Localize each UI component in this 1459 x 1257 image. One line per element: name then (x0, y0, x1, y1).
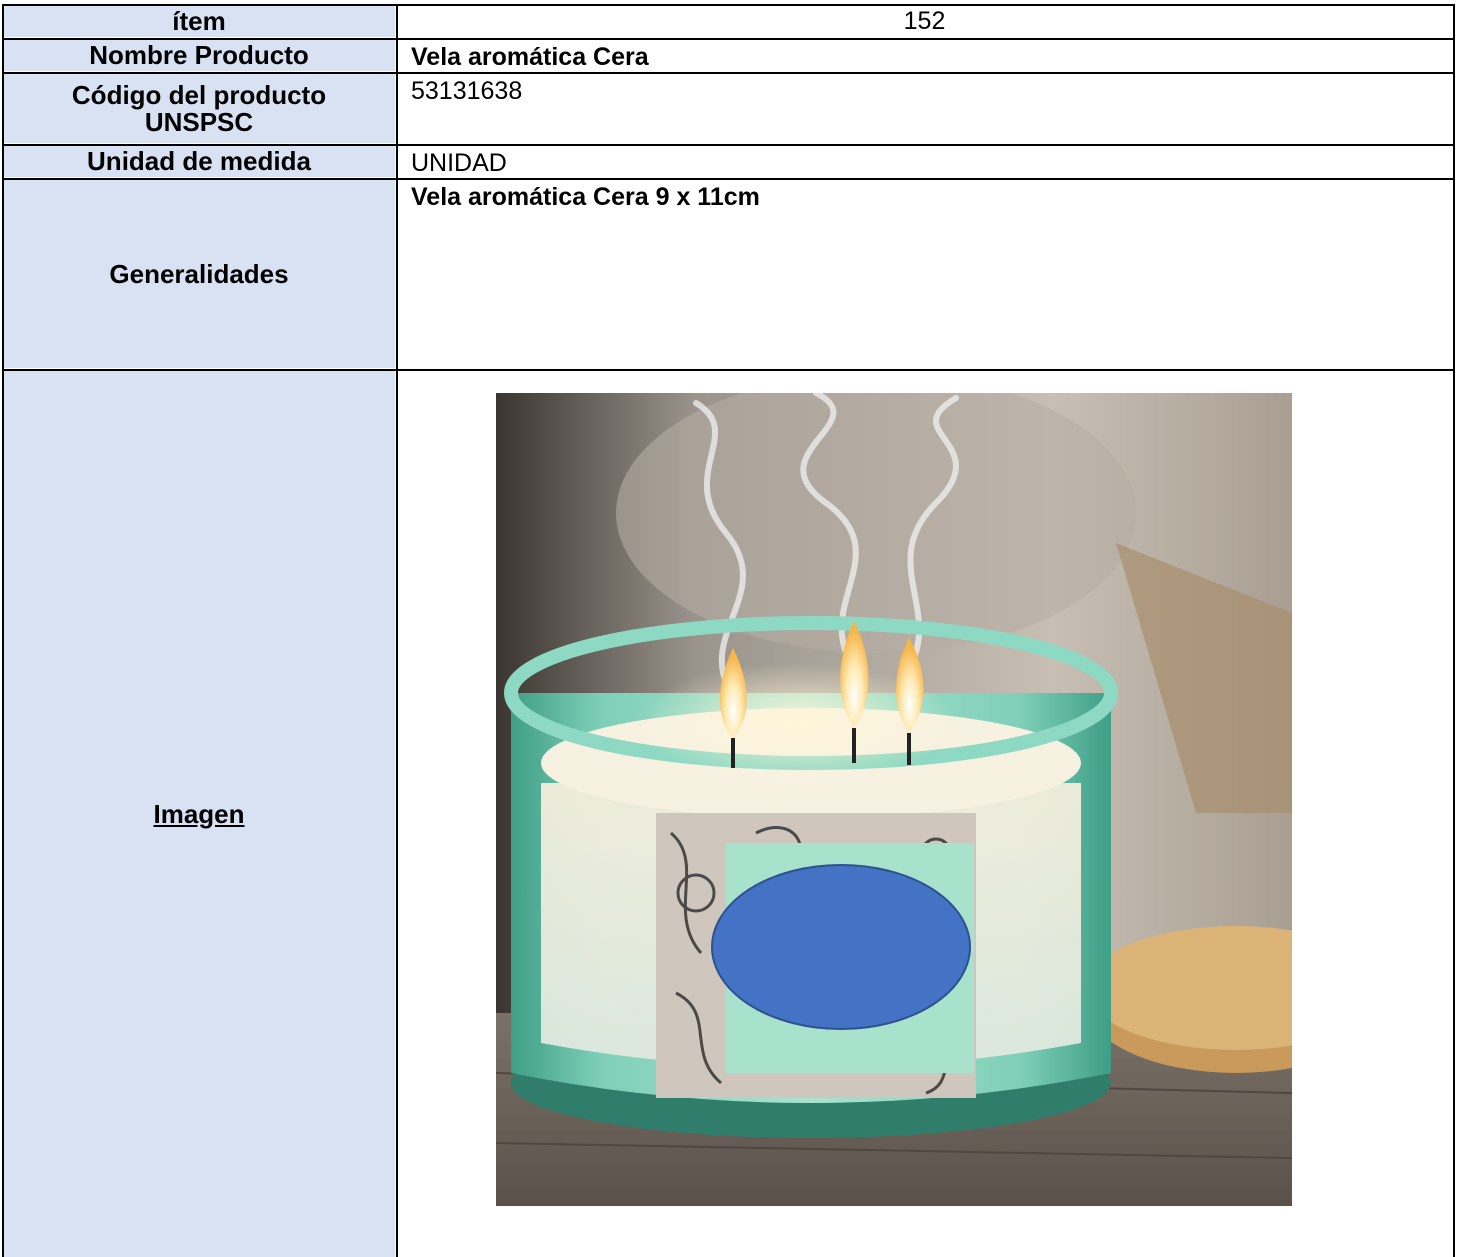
grid-line (396, 4, 398, 1257)
label-unidad-medida: Unidad de medida (3, 146, 395, 177)
label-imagen: Imagen (3, 371, 395, 1257)
value-item-text: 152 (903, 7, 946, 35)
grid-line (1453, 4, 1455, 1257)
grid-line (2, 4, 1455, 6)
grid-line (2, 144, 1455, 146)
label-nombre-producto: Nombre Producto (3, 40, 395, 71)
grid-line (2, 369, 1455, 371)
label-unidad-text: Unidad de medida (87, 146, 311, 176)
label-item: ítem (3, 6, 395, 37)
value-unidad-text: UNIDAD (411, 149, 507, 177)
label-codigo-producto: Código del producto UNSPSC (3, 74, 395, 143)
label-codigo-line2: UNSPSC (144, 106, 254, 137)
value-unidad-medida: UNIDAD (397, 150, 1452, 177)
grid-line (2, 178, 1455, 180)
label-generalidades: Generalidades (3, 180, 395, 368)
value-nombre-text: Vela aromática Cera (411, 43, 649, 71)
value-item: 152 (397, 6, 1452, 37)
label-nombre-text: Nombre Producto (89, 40, 309, 70)
grid-line (2, 72, 1455, 74)
product-spec-table: ítem Nombre Producto Código del producto… (0, 0, 1459, 1257)
product-image-candle (496, 393, 1292, 1206)
grid-line (2, 38, 1455, 40)
grid-line (2, 4, 4, 1257)
label-generalidades-text: Generalidades (109, 258, 289, 289)
value-generalidades-text: Vela aromática Cera 9 x 11cm (411, 183, 760, 211)
label-item-text: ítem (172, 6, 226, 36)
value-generalidades: Vela aromática Cera 9 x 11cm (397, 184, 1452, 211)
label-codigo-line1: Código del producto (71, 79, 327, 110)
value-codigo-producto: 53131638 (397, 78, 1452, 105)
value-codigo-text: 53131638 (411, 77, 523, 105)
value-nombre-producto: Vela aromática Cera (397, 44, 1452, 71)
label-imagen-text: Imagen (153, 798, 245, 829)
